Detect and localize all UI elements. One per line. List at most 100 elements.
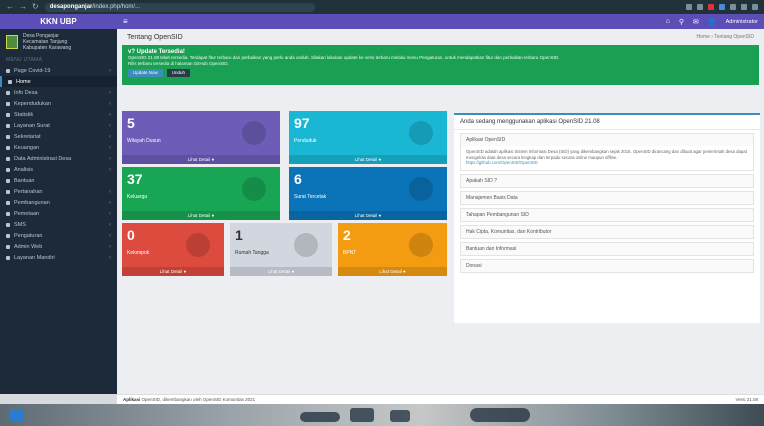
sidebar-item-label: Admin Web: [14, 243, 43, 250]
accordion-title[interactable]: Donasi: [461, 259, 753, 272]
sidebar-item[interactable]: Pengaturan ‹: [0, 230, 117, 241]
stat-label: Rumah Tangga: [235, 250, 269, 256]
stat-box-rumah-tangga: 1 Rumah Tangga Lihat Detail ●: [230, 223, 332, 276]
accordion-item: Hak Cipta, Komunitas, dan Kontributor: [460, 224, 754, 239]
home-icon[interactable]: ⌂: [666, 18, 670, 25]
reload-icon[interactable]: ↻: [32, 0, 39, 14]
accordion-body: OpenSID adalah aplikasi Sistem Informasi…: [461, 146, 753, 170]
sidebar-item-label: Page Covid-19: [14, 67, 51, 74]
sidebar-item-label: Layanan Mandiri: [14, 254, 55, 261]
menu-item-icon: [6, 90, 10, 95]
menu-item-icon: [6, 244, 10, 249]
breadcrumb[interactable]: Home › Tentang OpenSID: [697, 34, 754, 40]
sidebar-item[interactable]: Kependudukan ‹: [0, 98, 117, 109]
taskbar-app-icon[interactable]: [390, 410, 410, 422]
admin-label[interactable]: Administrator: [726, 19, 758, 25]
callout-text-2: Rilis terbaru tersedia di halaman GitHub…: [128, 61, 229, 66]
footer-version: Versi 21.08: [735, 397, 758, 402]
update-now-button[interactable]: Update Now: [128, 69, 163, 77]
menu-item-icon: [6, 222, 10, 227]
stat-detail-link[interactable]: Lihat Detail ●: [230, 267, 332, 276]
stat-box-keluarga: 37 Keluarga Lihat Detail ●: [122, 167, 280, 220]
download-button[interactable]: Unduh: [166, 69, 191, 77]
user-icon[interactable]: 👤: [708, 18, 717, 26]
accordion-item: Tahapan Pembangunan SID: [460, 207, 754, 222]
extension-icon[interactable]: [719, 4, 725, 10]
stat-value: 1: [235, 227, 243, 243]
menu-item-icon: [6, 189, 10, 194]
sidebar-item[interactable]: Sekretariat ‹: [0, 131, 117, 142]
sidebar-item[interactable]: Data Administrasi Desa ‹: [0, 153, 117, 164]
extension-icon[interactable]: [708, 4, 714, 10]
chevron-left-icon: ‹: [109, 144, 111, 151]
sidebar-item[interactable]: SMS ‹: [0, 219, 117, 230]
footer-credit[interactable]: OpenSID, dikembangkan oleh OpenSID Komun…: [142, 397, 256, 402]
accordion-title[interactable]: Aplikasi OpenSID: [461, 134, 753, 146]
back-icon[interactable]: ←: [6, 0, 14, 14]
sidebar-item[interactable]: Bantuan: [0, 175, 117, 186]
notification-icon[interactable]: ✉: [693, 18, 699, 26]
stat-label: Penduduk: [294, 138, 317, 144]
sidebar-item[interactable]: Pertanahan ‹: [0, 186, 117, 197]
menu-item-icon: [6, 68, 10, 73]
chevron-left-icon: ‹: [109, 133, 111, 140]
page-footer: Aplikasi OpenSID, dikembangkan oleh Open…: [117, 394, 764, 404]
stat-detail-link[interactable]: Lihat Detail ●: [122, 267, 224, 276]
menu-item-icon: [6, 178, 10, 183]
taskbar-app-icon[interactable]: [300, 412, 340, 422]
stat-detail-link[interactable]: Lihat Detail ●: [122, 211, 280, 220]
chevron-left-icon: ‹: [109, 188, 111, 195]
chevron-left-icon: ‹: [109, 100, 111, 107]
sidebar-item[interactable]: Pemetaan ‹: [0, 208, 117, 219]
sidebar-item[interactable]: Statistik ‹: [0, 109, 117, 120]
sidebar-item[interactable]: Page Covid-19 ‹: [0, 65, 117, 76]
brand-logo[interactable]: KKN UBP: [0, 14, 117, 29]
sidebar-item[interactable]: Home: [0, 76, 117, 87]
search-icon[interactable]: ⚲: [679, 18, 684, 26]
address-bar[interactable]: desaponganjar/index.php/hom/...: [44, 2, 315, 12]
taskbar-app-icon[interactable]: [350, 408, 374, 422]
sidebar-item[interactable]: Info Desa ‹: [0, 87, 117, 98]
sidebar-item[interactable]: Keuangan ‹: [0, 142, 117, 153]
menu-item-icon: [6, 255, 10, 260]
stat-detail-link[interactable]: Lihat Detail ●: [338, 267, 447, 276]
start-icon[interactable]: [10, 409, 24, 421]
stat-box-bpnt: 2 BPNT Lihat Detail ●: [338, 223, 447, 276]
menu-item-icon: [6, 211, 10, 216]
sidebar-toggle-icon[interactable]: ≡: [123, 17, 128, 26]
accordion-title[interactable]: Manajemen Basis Data: [461, 191, 753, 204]
extension-icon[interactable]: [697, 4, 703, 10]
accordion-title[interactable]: Bantuan dan Informasi: [461, 242, 753, 255]
menu-item-icon: [6, 200, 10, 205]
profile-icon[interactable]: [741, 4, 747, 10]
sidebar-item[interactable]: Analisis ‹: [0, 164, 117, 175]
accordion-title[interactable]: Apakah SID ?: [461, 174, 753, 187]
stat-detail-link[interactable]: Lihat Detail ●: [289, 155, 447, 164]
taskbar-app-icon[interactable]: [470, 408, 530, 422]
menu-icon[interactable]: [752, 4, 758, 10]
accordion-item: Aplikasi OpenSID OpenSID adalah aplikasi …: [460, 133, 754, 171]
sidebar-item[interactable]: Admin Web ‹: [0, 241, 117, 252]
sidebar-item[interactable]: Layanan Mandiri ‹: [0, 252, 117, 263]
extension-icon[interactable]: [730, 4, 736, 10]
accordion-title[interactable]: Hak Cipta, Komunitas, dan Kontributor: [461, 225, 753, 238]
stat-detail-link[interactable]: Lihat Detail ●: [122, 155, 280, 164]
chevron-left-icon: ‹: [109, 122, 111, 129]
accordion-title[interactable]: Tahapan Pembangunan SID: [461, 208, 753, 221]
forward-icon[interactable]: →: [19, 0, 27, 14]
chevron-left-icon: ‹: [109, 221, 111, 228]
sidebar-item[interactable]: Layanan Surat ‹: [0, 120, 117, 131]
village-line: Desa Ponganjar: [23, 32, 59, 39]
sidebar-item[interactable]: Pembangunan ‹: [0, 197, 117, 208]
browser-toolbar: ← → ↻ desaponganjar/index.php/hom/...: [0, 0, 764, 14]
update-callout: v? Update Tersedia! OpenSID 21.08 telah …: [122, 45, 759, 85]
stat-detail-link[interactable]: Lihat Detail ●: [289, 211, 447, 220]
menu-item-icon: [6, 123, 10, 128]
accordion-link[interactable]: https://github.com/OpenSID/OpenSID: [466, 160, 748, 166]
menu-item-icon: [6, 101, 10, 106]
stat-value: 6: [294, 171, 302, 187]
group-icon: [186, 233, 210, 257]
stat-value: 2: [343, 227, 351, 243]
extension-icon[interactable]: [686, 4, 692, 10]
person-icon: [409, 121, 433, 145]
